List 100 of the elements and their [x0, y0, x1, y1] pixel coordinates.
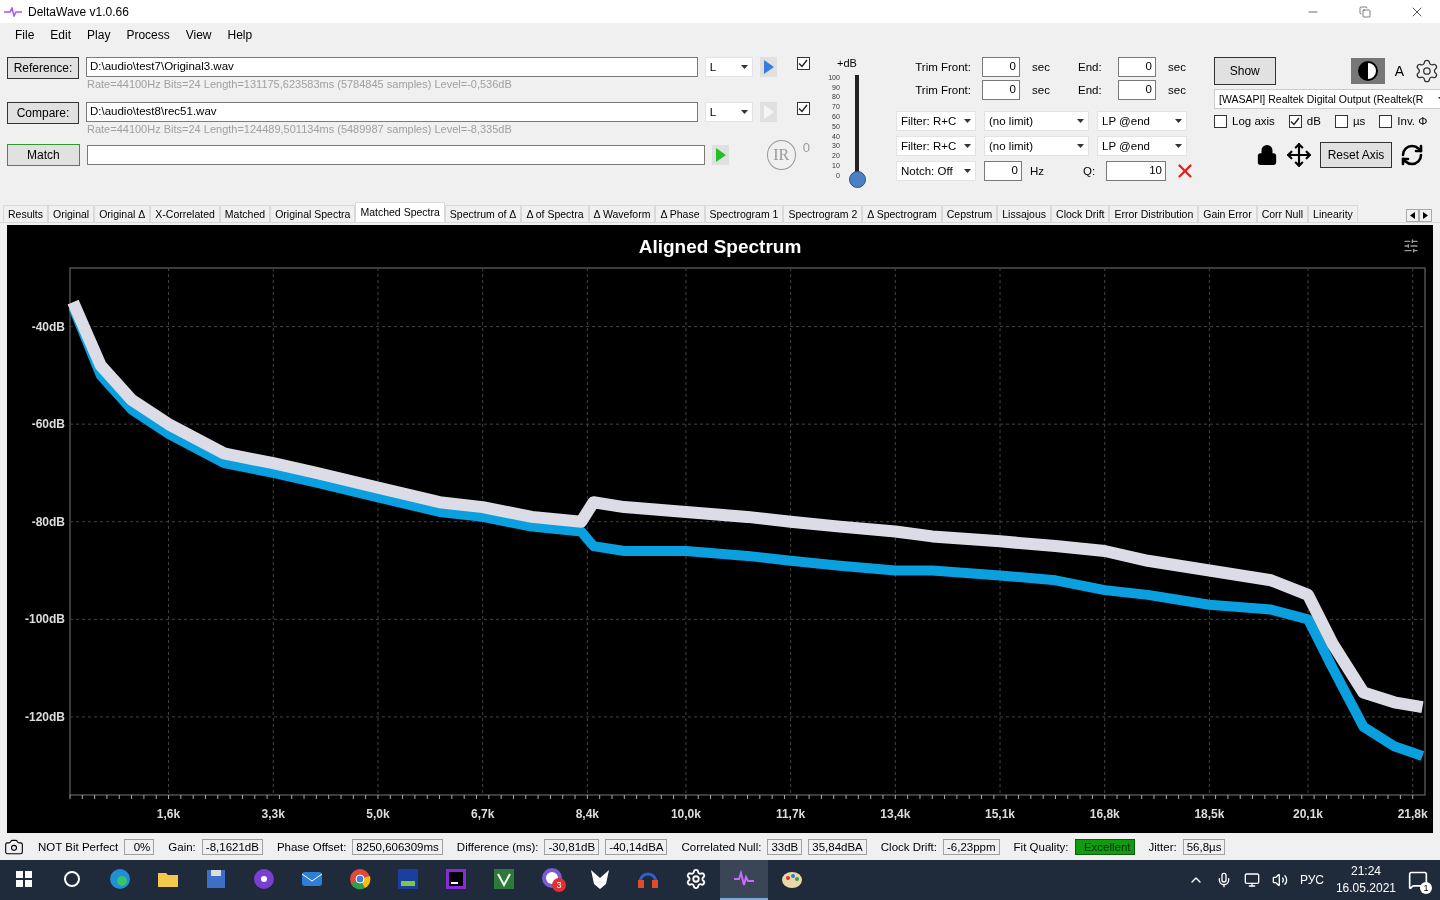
tab[interactable]: Spectrogram 2: [783, 205, 863, 223]
tab[interactable]: Δ of Spectra: [521, 205, 589, 223]
tab[interactable]: Δ Waveform: [588, 205, 656, 223]
contrast-button[interactable]: [1351, 57, 1385, 84]
filter-dropdown[interactable]: LP @end: [1097, 110, 1187, 131]
channel-dropdown[interactable]: L: [704, 101, 753, 122]
notch-dropdown[interactable]: Notch: Off: [896, 160, 976, 181]
menu-item[interactable]: Edit: [43, 27, 81, 42]
clock-date: 16.05.2021: [1335, 880, 1396, 897]
status-label: Difference (ms):: [456, 840, 539, 853]
network-icon[interactable]: [1243, 872, 1260, 888]
volume-icon[interactable]: [1271, 872, 1288, 888]
tab[interactable]: Original: [48, 205, 95, 223]
axis-label: -120dB: [25, 710, 65, 725]
filter-dropdown[interactable]: (no limit): [984, 135, 1089, 156]
q-label: Q:: [1083, 164, 1097, 177]
lock-icon[interactable]: [1256, 143, 1278, 166]
axis-label: 21,8k: [1397, 807, 1428, 822]
tab[interactable]: Error Distribution: [1109, 205, 1199, 223]
refresh-icon[interactable]: [1400, 142, 1424, 167]
tab[interactable]: Lissajous: [997, 205, 1052, 223]
checkbox[interactable]: [1334, 114, 1348, 128]
menu-item[interactable]: Process: [119, 27, 179, 42]
move-icon[interactable]: [1286, 141, 1312, 168]
unit-label: sec: [1032, 83, 1051, 96]
checkbox[interactable]: [1214, 114, 1227, 128]
clock-time: 21:24: [1350, 863, 1381, 880]
caret-icon: [741, 109, 748, 114]
trim-field[interactable]: 0: [982, 79, 1020, 100]
end-field[interactable]: 0: [1118, 56, 1156, 77]
file-path-field[interactable]: D:\audio\test7\Original3.wav: [86, 56, 698, 77]
tab[interactable]: Matched: [219, 205, 271, 223]
file-button[interactable]: Compare:: [7, 101, 79, 124]
restore-icon[interactable]: [1359, 5, 1371, 18]
tab[interactable]: Spectrogram 1: [704, 205, 784, 223]
scroll-left-button[interactable]: [1406, 209, 1419, 223]
channel-dropdown[interactable]: L: [704, 56, 753, 77]
caret-icon: [964, 168, 971, 173]
match-button[interactable]: Match: [7, 143, 80, 166]
reset-axis-button[interactable]: Reset Axis: [1320, 141, 1392, 168]
font-button[interactable]: A: [1394, 62, 1405, 79]
gear-icon: [685, 868, 707, 890]
trim-field[interactable]: 0: [982, 56, 1020, 77]
notification-icon[interactable]: [1408, 870, 1428, 890]
notch-field[interactable]: 0: [984, 160, 1022, 181]
caret-icon: [964, 143, 971, 148]
filter-dropdown[interactable]: Filter: R+C: [896, 110, 976, 131]
status-value: Excellent: [1074, 838, 1135, 855]
tab[interactable]: Original Δ: [94, 205, 151, 223]
checkbox[interactable]: [1288, 114, 1302, 128]
axis-label: 15,1k: [985, 807, 1016, 822]
caret-icon: [964, 118, 971, 123]
menu-item[interactable]: Play: [80, 27, 120, 42]
sliders-icon[interactable]: [1403, 238, 1419, 255]
device-dropdown[interactable]: [WASAPI] Realtek Digital Output (Realtek(R: [1214, 88, 1440, 109]
tab[interactable]: Linearity: [1308, 205, 1358, 223]
tab[interactable]: Gain Error: [1198, 205, 1257, 223]
file-info: Rate=44100Hz Bits=24 Length=124489,501134ms (5489987 samples) Level=-8,335dB: [86, 122, 513, 135]
tab[interactable]: X-Correlated: [150, 205, 220, 223]
menu-item[interactable]: File: [8, 27, 44, 42]
tab[interactable]: Cepstrum: [941, 205, 998, 223]
status-value: -6,23ppm: [943, 838, 1000, 855]
badge: 3: [552, 878, 566, 892]
end-field[interactable]: 0: [1118, 79, 1156, 100]
show-button[interactable]: Show: [1214, 56, 1276, 85]
file-path-field[interactable]: D:\audio\test8\rec51.wav: [86, 101, 698, 122]
scroll-right-button[interactable]: [1419, 209, 1432, 223]
language-indicator[interactable]: РУС: [1299, 873, 1324, 887]
tab[interactable]: Corr Null: [1256, 205, 1309, 223]
chart-title: Aligned Spectrum: [638, 236, 802, 260]
filter-dropdown[interactable]: LP @end: [1097, 135, 1187, 156]
status-label: Gain:: [168, 840, 196, 853]
caret-icon: [1175, 118, 1182, 123]
tab[interactable]: Results: [3, 205, 48, 223]
tab[interactable]: Original Spectra: [270, 205, 356, 223]
check-icon: [798, 58, 809, 68]
checkbox[interactable]: [797, 101, 810, 115]
tab[interactable]: Spectrum of Δ: [444, 205, 522, 223]
file-button[interactable]: Reference:: [7, 56, 79, 79]
tab[interactable]: Δ Spectrogram: [862, 205, 942, 223]
tab[interactable]: Clock Drift: [1051, 205, 1110, 223]
status-label: Clock Drift:: [880, 840, 937, 853]
filter-dropdown[interactable]: (no limit): [984, 110, 1089, 131]
checkbox[interactable]: [797, 56, 810, 70]
tab[interactable]: Matched Spectra: [355, 202, 445, 223]
settings-icon[interactable]: [1414, 57, 1440, 84]
axis-label: 3,3k: [261, 807, 285, 822]
tab[interactable]: Δ Phase: [655, 205, 705, 223]
q-field[interactable]: 10: [1106, 160, 1166, 181]
menu-item[interactable]: Help: [220, 27, 262, 42]
status-label: NOT Bit Perfect: [38, 840, 119, 853]
play-button[interactable]: [760, 56, 778, 77]
slider-thumb[interactable]: [848, 170, 866, 188]
menu-item[interactable]: View: [178, 27, 221, 42]
filter-dropdown[interactable]: Filter: R+C: [896, 135, 976, 156]
status-value: 35,84dBA: [808, 838, 867, 855]
axis-label: 8,4k: [575, 807, 600, 822]
status-value: -40,14dBA: [605, 838, 668, 855]
taskbar-app[interactable]: 3: [528, 860, 576, 900]
checkbox[interactable]: [1379, 114, 1393, 128]
